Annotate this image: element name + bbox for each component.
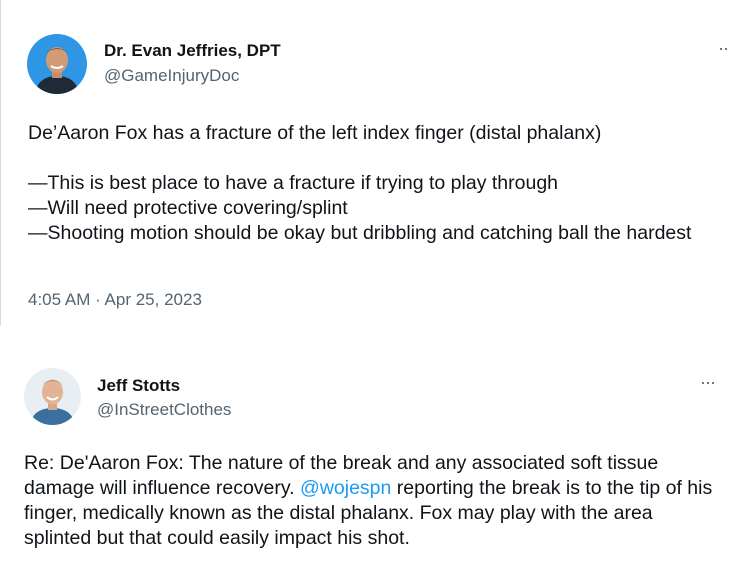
- tweet-text: Re: De'Aaron Fox: The nature of the brea…: [24, 451, 724, 551]
- more-dots-icon[interactable]: ··: [718, 38, 729, 59]
- tweet-text: De’Aaron Fox has a fracture of the left …: [28, 122, 692, 244]
- mention-link[interactable]: @wojespn: [300, 477, 391, 499]
- avatar[interactable]: [24, 368, 81, 425]
- author-handle[interactable]: @GameInjuryDoc: [104, 66, 239, 86]
- author-name[interactable]: Jeff Stotts: [97, 376, 180, 396]
- avatar-image: [27, 34, 87, 94]
- author-handle[interactable]: @InStreetClothes: [97, 400, 231, 420]
- tweet-timestamp[interactable]: 4:05 AM · Apr 25, 2023: [28, 290, 202, 310]
- author-name[interactable]: Dr. Evan Jeffries, DPT: [104, 41, 281, 61]
- avatar[interactable]: [27, 34, 87, 94]
- avatar-image: [24, 368, 81, 425]
- more-dots-icon[interactable]: ···: [700, 372, 716, 393]
